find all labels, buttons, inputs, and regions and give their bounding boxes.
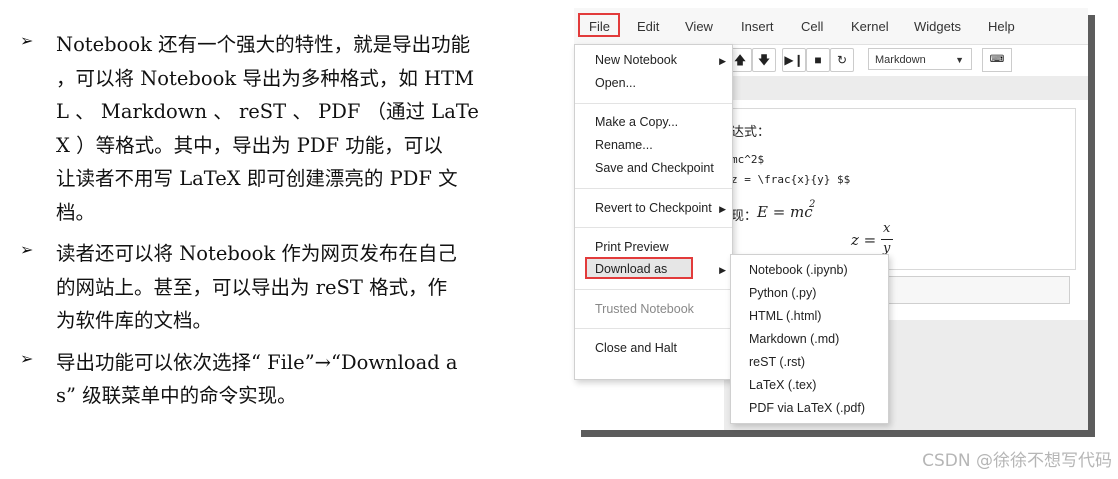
menu-divider	[575, 227, 732, 228]
download-ipynb[interactable]: Notebook (.ipynb)	[749, 263, 848, 277]
menu-item-trusted-notebook[interactable]: Trusted Notebook	[595, 302, 694, 316]
chevron-down-icon: ▼	[955, 55, 964, 65]
menu-insert[interactable]: Insert	[741, 19, 774, 34]
cell-type-value: Markdown	[875, 54, 926, 66]
markdown-cell[interactable]: 达式： mc^2$ z = \frac{x}{y} $$ 现： E = mc 2…	[724, 108, 1076, 270]
text-line: 读者还可以将 Notebook 作为网页发布在自己	[56, 242, 457, 265]
cell-text: 达式：	[731, 125, 771, 140]
exponent: 2	[809, 199, 816, 210]
bullet-howto: ➢ 导出功能可以依次选择“ File”→“Download a s” 级联菜单中…	[18, 346, 538, 413]
download-rst[interactable]: reST (.rst)	[749, 355, 805, 369]
bullet-publish: ➢ 读者还可以将 Notebook 作为网页发布在自己 的网站上。甚至，可以导出…	[18, 237, 538, 338]
cell-source: z = \frac{x}{y} $$	[731, 173, 851, 186]
restart-icon[interactable]: ↻	[830, 48, 854, 72]
text-line: 的网站上。甚至，可以导出为 reST 格式，作	[56, 275, 448, 299]
menu-item-open[interactable]: Open...	[595, 76, 636, 90]
arrow-bullet-icon: ➢	[20, 348, 34, 368]
bullet-export: ➢ Notebook 还有一个强大的特性，就是导出功能 ，可以将 Noteboo…	[18, 28, 538, 229]
menu-item-print-preview[interactable]: Print Preview	[595, 240, 669, 254]
menu-edit[interactable]: Edit	[637, 19, 659, 34]
menu-item-download-as[interactable]: Download as	[595, 262, 667, 276]
text-line: ，可以将 Notebook 导出为多种格式，如 HTM	[56, 66, 475, 90]
text-line: 让读者不用写 LaTeX 即可创建漂亮的 PDF 文	[56, 167, 458, 190]
menu-item-revert-checkpoint[interactable]: Revert to Checkpoint	[595, 201, 712, 215]
text-line: Notebook 还有一个强大的特性，就是导出功能	[56, 33, 471, 56]
submenu-arrow-icon: ▶	[719, 265, 726, 275]
text-line: 为软件库的文档。	[56, 309, 213, 332]
menu-file[interactable]: File	[589, 19, 610, 34]
download-html[interactable]: HTML (.html)	[749, 309, 821, 323]
menu-divider	[575, 103, 732, 104]
file-dropdown-menu: New Notebook ▶ Open... Make a Copy... Re…	[574, 44, 733, 380]
download-pdf[interactable]: PDF via LaTeX (.pdf)	[749, 401, 865, 415]
menu-divider	[575, 188, 732, 189]
menu-cell[interactable]: Cell	[801, 19, 823, 34]
toolbar: 🡅 🡇 ▶❙ ■ ↻ Markdown ▼ ⌨	[724, 46, 1088, 76]
menu-item-make-copy[interactable]: Make a Copy...	[595, 115, 678, 129]
submenu-arrow-icon: ▶	[719, 204, 726, 214]
keyboard-icon[interactable]: ⌨	[982, 48, 1012, 72]
fraction-numerator: x	[883, 221, 891, 236]
fraction-bar	[881, 239, 893, 240]
move-down-icon[interactable]: 🡇	[752, 48, 776, 72]
menu-kernel[interactable]: Kernel	[851, 19, 889, 34]
download-py[interactable]: Python (.py)	[749, 286, 816, 300]
stop-icon[interactable]: ■	[806, 48, 830, 72]
menu-item-close-halt[interactable]: Close and Halt	[595, 341, 677, 355]
rendered-equation: z =	[851, 231, 877, 249]
text-line: X ）等格式。其中，导出为 PDF 功能，可以	[56, 133, 443, 157]
text-line: 档。	[56, 200, 96, 224]
cell-type-select[interactable]: Markdown ▼	[868, 48, 972, 70]
bullet-list: ➢ Notebook 还有一个强大的特性，就是导出功能 ，可以将 Noteboo…	[18, 28, 538, 421]
menu-help[interactable]: Help	[988, 19, 1015, 34]
rendered-math: E = mc	[757, 203, 813, 221]
download-md[interactable]: Markdown (.md)	[749, 332, 839, 346]
cell-source: mc^2$	[731, 153, 765, 166]
menu-item-save-checkpoint[interactable]: Save and Checkpoint	[595, 161, 714, 175]
submenu-arrow-icon: ▶	[719, 56, 726, 66]
arrow-bullet-icon: ➢	[20, 240, 34, 259]
menu-bar: File Edit View Insert Cell Kernel Widget…	[574, 8, 1088, 45]
download-tex[interactable]: LaTeX (.tex)	[749, 378, 816, 392]
arrow-bullet-icon: ➢	[20, 31, 34, 50]
run-icon[interactable]: ▶❙	[782, 48, 806, 72]
cell-text: 现：	[731, 209, 758, 224]
text-line: L 、 Markdown 、 reST 、 PDF （通过 LaTe	[56, 100, 479, 123]
text-line: s” 级联菜单中的命令实现。	[56, 384, 297, 407]
menu-divider	[575, 289, 732, 290]
menu-view[interactable]: View	[685, 19, 713, 34]
jupyter-screenshot: File Edit View Insert Cell Kernel Widget…	[574, 8, 1088, 430]
menu-item-rename[interactable]: Rename...	[595, 138, 653, 152]
watermark: CSDN @徐徐不想写代码	[922, 451, 1112, 471]
download-as-submenu: Notebook (.ipynb) Python (.py) HTML (.ht…	[730, 254, 889, 424]
text-line: 导出功能可以依次选择“ File”→“Download a	[56, 350, 458, 374]
menu-item-new-notebook[interactable]: New Notebook	[595, 53, 677, 67]
menu-divider	[575, 328, 732, 329]
menu-widgets[interactable]: Widgets	[914, 19, 961, 34]
